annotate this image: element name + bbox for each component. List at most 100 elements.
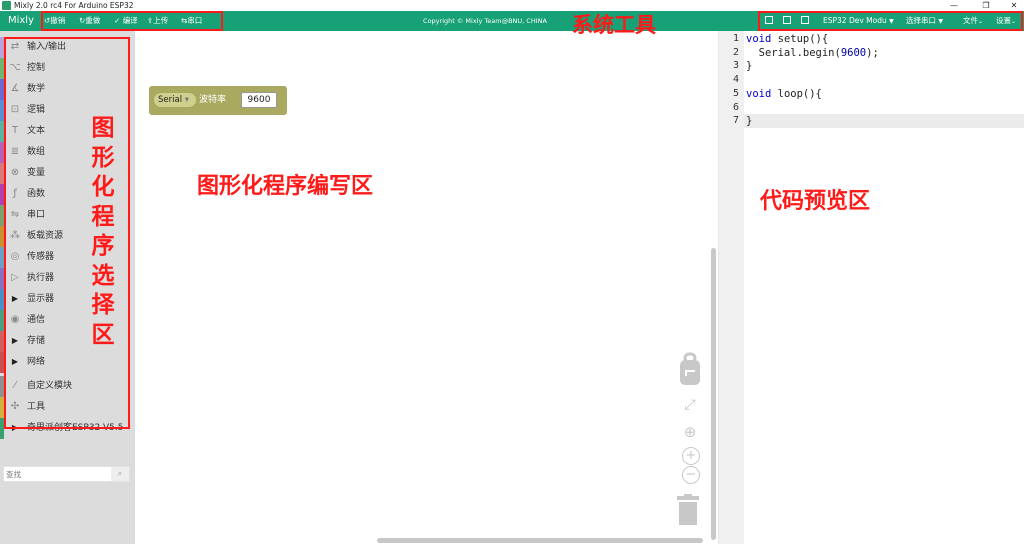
line-number: 3: [732, 60, 739, 72]
search-input[interactable]: [6, 467, 110, 481]
settings-menu-label: 设置: [996, 16, 1011, 25]
category-color-bar: [0, 226, 4, 247]
file-menu[interactable]: 文件⌄: [963, 13, 983, 29]
category-label: 显示器: [27, 294, 55, 304]
category-label: 逻辑: [27, 105, 46, 115]
compile-button[interactable]: ✓ 编译: [114, 11, 138, 31]
chevron-down-icon: ▼: [938, 18, 944, 25]
serial-label: 串口: [187, 16, 203, 25]
file-menu-label: 文件: [963, 16, 978, 25]
category-icon: ⌥: [9, 62, 21, 73]
block-workspace[interactable]: Serial ▾ 波特率 9600: [135, 31, 718, 544]
line-number: 7: [732, 115, 739, 127]
trash-icon[interactable]: [676, 494, 700, 526]
code-line: }: [746, 114, 752, 128]
annotation-palette: 图形化程序选择区: [91, 115, 115, 348]
workspace-vertical-scrollbar[interactable]: [711, 248, 716, 540]
search-box: ⌕: [3, 466, 130, 482]
code-text: setup(){: [771, 33, 829, 45]
category-label: 存储: [27, 336, 46, 346]
port-select[interactable]: 选择串口 ▼: [906, 13, 943, 29]
upload-button[interactable]: ⇪上传: [147, 11, 168, 31]
category-color-bar: [0, 397, 4, 418]
layout-code-icon[interactable]: [765, 16, 773, 24]
palette-category[interactable]: ⌥ 控制: [0, 58, 128, 79]
undo-button[interactable]: ↺撤销: [44, 11, 65, 31]
category-color-bar: [0, 37, 4, 58]
category-color-bar: [0, 142, 4, 163]
category-color-bar: [0, 79, 4, 100]
palette-category[interactable]: ⇄ 输入/输出: [0, 37, 128, 58]
upload-label: 上传: [153, 16, 169, 25]
main-toolbar: Mixly ↺撤销 ↻重做 ✓ 编译 ⇪上传 ⇆串口 Copyright © M…: [0, 11, 1024, 31]
category-icon: ◎: [10, 251, 20, 262]
code-line: void setup(){: [746, 32, 828, 46]
chevron-down-icon: ⌄: [1011, 18, 1017, 25]
compile-label: 编译: [122, 16, 138, 25]
category-color-bar: [0, 205, 4, 226]
category-icon: ⁄: [14, 380, 16, 391]
category-icon: ✣: [10, 401, 20, 412]
maximize-button[interactable]: ❐: [976, 0, 996, 11]
layout-blocks-icon[interactable]: [801, 16, 809, 24]
category-color-bar: [0, 121, 4, 142]
zoom-out-icon[interactable]: −: [682, 466, 700, 484]
category-color-bar: [0, 418, 4, 439]
backpack-icon[interactable]: [677, 352, 703, 386]
code-line: Serial.begin(9600);: [746, 46, 879, 60]
minimize-button[interactable]: —: [944, 0, 964, 11]
category-icon: ▶: [11, 294, 19, 303]
palette-category[interactable]: ⁄ 自定义模块: [0, 376, 128, 397]
baud-rate-label: 波特率: [199, 95, 227, 105]
close-button[interactable]: ✕: [1004, 0, 1024, 11]
code-preview-editor[interactable]: 1 void setup(){2 Serial.begin(9600); 3} 4 5 v…: [718, 31, 1024, 544]
palette-category[interactable]: ▶ 奇思派创客ESP32-V5.5: [0, 418, 128, 439]
category-icon: ƒ: [13, 188, 17, 199]
annotation-system-tools: 系统工具: [572, 13, 656, 37]
brand-logo[interactable]: Mixly: [4, 11, 38, 31]
active-line-highlight: [744, 114, 1024, 128]
category-label: 通信: [27, 315, 46, 325]
redo-button[interactable]: ↻重做: [79, 11, 100, 31]
workspace-horizontal-scrollbar[interactable]: [377, 538, 703, 543]
category-label: 工具: [27, 402, 46, 412]
palette-category[interactable]: ∡ 数学: [0, 79, 128, 100]
line-number: 4: [732, 74, 739, 86]
palette-category[interactable]: ✣ 工具: [0, 397, 128, 418]
app-icon: [2, 1, 11, 10]
category-label: 输入/输出: [27, 42, 67, 52]
category-icon: ◉: [10, 314, 20, 325]
serial-dropdown[interactable]: Serial ▾: [154, 93, 196, 107]
zoom-in-icon[interactable]: +: [682, 447, 700, 465]
category-icon: ⁂: [10, 230, 20, 241]
serial-button[interactable]: ⇆串口: [181, 11, 202, 31]
line-number: 2: [732, 46, 739, 58]
category-label: 变量: [27, 168, 46, 178]
settings-menu[interactable]: 设置⌄: [996, 13, 1016, 29]
baud-rate-input[interactable]: 9600: [241, 92, 277, 108]
zoom-reset-icon[interactable]: ⤢: [681, 396, 699, 414]
category-color-bar: [0, 289, 4, 310]
category-label: 函数: [27, 189, 46, 199]
line-number: 1: [732, 33, 739, 44]
window-title: Mixly 2.0 rc4 For Arduino ESP32: [14, 1, 134, 10]
board-select[interactable]: ESP32 Dev Modu ▼: [823, 13, 894, 29]
category-icon: ∡: [10, 83, 20, 94]
search-icon[interactable]: ⌕: [111, 467, 129, 481]
serial-baud-block[interactable]: Serial ▾ 波特率 9600: [149, 86, 287, 115]
palette-category[interactable]: ▶ 网络: [0, 352, 128, 373]
category-icon: ▶: [11, 336, 19, 345]
center-icon[interactable]: ⊕: [681, 423, 699, 441]
category-icon: T: [11, 125, 19, 136]
category-label: 串口: [27, 210, 46, 220]
category-color-bar: [0, 331, 4, 352]
redo-label: 重做: [85, 16, 101, 25]
category-color-bar: [0, 58, 4, 79]
window-titlebar: Mixly 2.0 rc4 For Arduino ESP32 — ❐ ✕: [0, 0, 1024, 11]
line-number: 5: [732, 87, 739, 99]
category-color-bar: [0, 100, 4, 121]
code-line: }: [746, 59, 752, 73]
layout-split-icon[interactable]: [783, 16, 791, 24]
line-number: 6: [732, 101, 739, 113]
category-color-bar: [0, 247, 4, 268]
